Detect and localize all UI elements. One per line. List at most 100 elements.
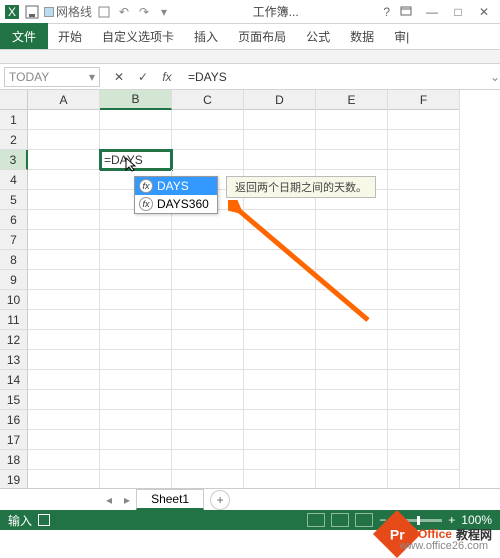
row-header[interactable]: 10 — [0, 290, 28, 310]
column-header[interactable]: F — [388, 90, 460, 110]
tab-custom[interactable]: 自定义选项卡 — [92, 24, 184, 49]
cell[interactable] — [388, 350, 460, 370]
row-header[interactable]: 1 — [0, 110, 28, 130]
tab-file[interactable]: 文件 — [0, 23, 48, 49]
cell[interactable] — [244, 470, 316, 490]
cell[interactable] — [316, 270, 388, 290]
row-header[interactable]: 8 — [0, 250, 28, 270]
cell[interactable] — [244, 110, 316, 130]
view-pagebreak-icon[interactable] — [355, 513, 373, 527]
cell[interactable] — [28, 290, 100, 310]
cell[interactable] — [28, 250, 100, 270]
cell[interactable] — [316, 430, 388, 450]
cell[interactable] — [316, 130, 388, 150]
row-header[interactable]: 19 — [0, 470, 28, 490]
cell[interactable] — [28, 210, 100, 230]
cell[interactable] — [388, 450, 460, 470]
cell[interactable] — [172, 250, 244, 270]
cell[interactable] — [28, 410, 100, 430]
cell[interactable] — [100, 370, 172, 390]
autocomplete-item-days[interactable]: fx DAYS — [135, 177, 217, 195]
cell[interactable] — [244, 350, 316, 370]
cell[interactable] — [172, 470, 244, 490]
cell[interactable] — [316, 150, 388, 170]
select-all-corner[interactable] — [0, 90, 28, 110]
row-header[interactable]: 18 — [0, 450, 28, 470]
row-header[interactable]: 5 — [0, 190, 28, 210]
cell[interactable] — [172, 110, 244, 130]
formula-bar[interactable]: =DAYS — [182, 70, 490, 84]
autocomplete-item-days360[interactable]: fx DAYS360 — [135, 195, 217, 213]
undo-icon[interactable]: ↶ — [116, 4, 132, 20]
help-icon[interactable]: ? — [379, 5, 394, 19]
row-header[interactable]: 3 — [0, 150, 28, 170]
view-layout-icon[interactable] — [331, 513, 349, 527]
cell[interactable] — [388, 390, 460, 410]
cell[interactable] — [172, 310, 244, 330]
cell[interactable] — [244, 390, 316, 410]
cell[interactable] — [316, 350, 388, 370]
add-sheet-button[interactable]: + — [210, 490, 230, 510]
sheet-nav-next-icon[interactable]: ▸ — [118, 493, 136, 507]
cell[interactable] — [100, 350, 172, 370]
cell[interactable] — [100, 330, 172, 350]
cell[interactable] — [388, 290, 460, 310]
cell[interactable] — [28, 270, 100, 290]
confirm-formula-icon[interactable]: ✓ — [134, 70, 152, 84]
row-header[interactable]: 6 — [0, 210, 28, 230]
cell[interactable] — [244, 270, 316, 290]
cell[interactable] — [244, 230, 316, 250]
cell[interactable] — [388, 170, 460, 190]
cell[interactable] — [244, 250, 316, 270]
row-header[interactable]: 2 — [0, 130, 28, 150]
row-header[interactable]: 15 — [0, 390, 28, 410]
cell[interactable] — [28, 230, 100, 250]
cell[interactable] — [100, 430, 172, 450]
cell[interactable] — [316, 470, 388, 490]
cell[interactable] — [244, 290, 316, 310]
sheet-nav-prev-icon[interactable]: ◂ — [100, 493, 118, 507]
row-header[interactable]: 14 — [0, 370, 28, 390]
column-header[interactable]: A — [28, 90, 100, 110]
minimize-icon[interactable]: — — [420, 4, 444, 20]
cell[interactable] — [388, 430, 460, 450]
cell[interactable] — [316, 310, 388, 330]
cell[interactable] — [244, 450, 316, 470]
cell[interactable] — [244, 370, 316, 390]
cell[interactable] — [100, 310, 172, 330]
cell[interactable] — [28, 450, 100, 470]
cell[interactable] — [388, 250, 460, 270]
cell[interactable] — [244, 210, 316, 230]
cell[interactable] — [244, 330, 316, 350]
row-header[interactable]: 7 — [0, 230, 28, 250]
cell[interactable] — [172, 290, 244, 310]
cell[interactable] — [28, 190, 100, 210]
cell[interactable] — [388, 270, 460, 290]
cell[interactable] — [100, 290, 172, 310]
properties-icon[interactable] — [96, 4, 112, 20]
column-header[interactable]: C — [172, 90, 244, 110]
ribbon-options-icon[interactable] — [394, 4, 418, 20]
cell[interactable] — [244, 130, 316, 150]
row-header[interactable]: 12 — [0, 330, 28, 350]
cell[interactable] — [244, 310, 316, 330]
save-icon[interactable] — [24, 4, 40, 20]
cell[interactable] — [100, 270, 172, 290]
redo-icon[interactable]: ↷ — [136, 4, 152, 20]
tab-layout[interactable]: 页面布局 — [228, 24, 296, 49]
cell[interactable] — [28, 390, 100, 410]
cell[interactable] — [172, 150, 244, 170]
cell[interactable] — [100, 450, 172, 470]
cell[interactable] — [316, 390, 388, 410]
cell[interactable] — [172, 350, 244, 370]
cell[interactable] — [316, 450, 388, 470]
macro-record-icon[interactable] — [38, 514, 50, 526]
cell[interactable] — [172, 430, 244, 450]
tab-insert[interactable]: 插入 — [184, 24, 228, 49]
cell[interactable] — [28, 110, 100, 130]
sheet-tab-1[interactable]: Sheet1 — [136, 489, 204, 510]
row-header[interactable]: 9 — [0, 270, 28, 290]
tab-formula[interactable]: 公式 — [296, 24, 340, 49]
cell[interactable] — [172, 130, 244, 150]
cell[interactable] — [100, 250, 172, 270]
